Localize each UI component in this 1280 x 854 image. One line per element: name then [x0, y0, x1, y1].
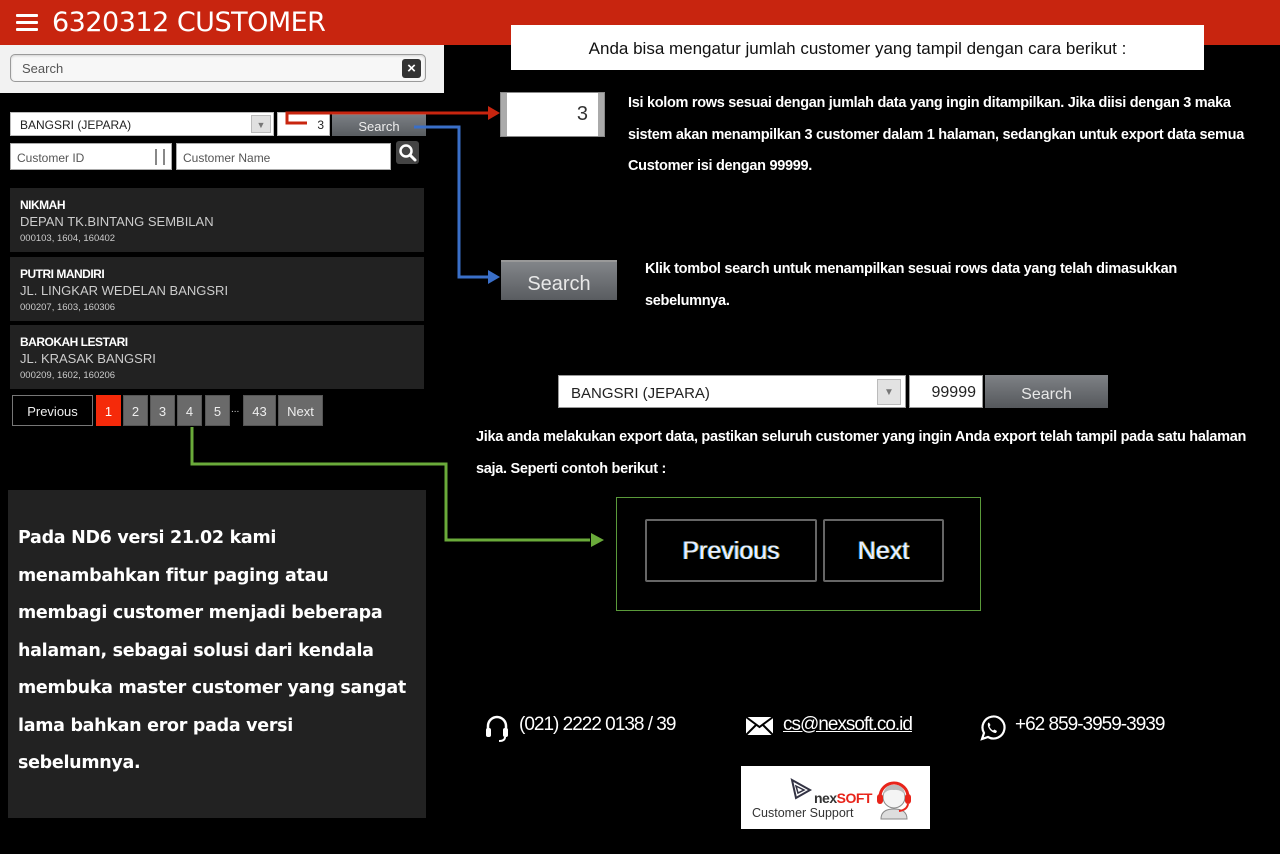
- search-input[interactable]: Search ×: [10, 54, 426, 82]
- close-icon[interactable]: ×: [402, 59, 421, 78]
- customer-name-placeholder: Customer Name: [183, 151, 271, 165]
- logo-brand: nexSOFT: [814, 790, 872, 806]
- chevron-down-icon: ▼: [877, 379, 901, 405]
- customer-address: DEPAN TK.BINTANG SEMBILAN: [20, 214, 214, 229]
- headset-icon: [483, 714, 511, 748]
- search-placeholder: Search: [22, 61, 64, 76]
- customer-name-input[interactable]: Customer Name: [176, 143, 391, 170]
- contact-whatsapp-text: +62 859-3959-3939: [1015, 714, 1165, 735]
- customer-id-input[interactable]: Customer ID: [10, 143, 172, 170]
- export-rows-input: 99999: [909, 375, 983, 408]
- logo-subtitle: Customer Support: [752, 806, 854, 820]
- export-branch-value: BANGSRI (JEPARA): [571, 385, 710, 402]
- contact-phone-text: (021) 2222 0138 / 39: [519, 714, 676, 735]
- info-text: Pada ND6 versi 21.02 kami menambahkan fi…: [18, 528, 406, 773]
- search-button[interactable]: Search: [332, 114, 426, 136]
- pagination-page-2[interactable]: 2: [123, 395, 148, 426]
- customer-list-item[interactable]: NIKMAH DEPAN TK.BINTANG SEMBILAN 000103,…: [10, 188, 424, 252]
- pagination-page-4[interactable]: 4: [177, 395, 202, 426]
- pagination-page-5[interactable]: 5: [205, 395, 230, 426]
- contact-whatsapp: +62 859-3959-3939: [978, 712, 1198, 742]
- customer-address: JL. LINGKAR WEDELAN BANGSRI: [20, 283, 229, 298]
- rows-example-input: 3: [501, 93, 604, 136]
- contact-email: cs@nexsoft.co.id: [745, 712, 935, 742]
- export-rows-value: 99999: [931, 384, 977, 401]
- customer-name: NIKMAH: [20, 198, 66, 212]
- pagination-ellipsis: ...: [231, 404, 240, 415]
- export-description: Jika anda melakukan export data, pastika…: [476, 429, 1247, 477]
- search-panel: Search ×: [0, 45, 444, 93]
- rows-input[interactable]: 3: [277, 112, 330, 136]
- nexsoft-logo-mark-icon: [790, 778, 814, 805]
- search-icon[interactable]: [396, 141, 419, 164]
- branch-select-value: BANGSRI (JEPARA): [20, 118, 132, 132]
- customer-list-item[interactable]: BAROKAH LESTARI JL. KRASAK BANGSRI 00020…: [10, 325, 424, 389]
- pagination-page-last[interactable]: 43: [243, 395, 276, 426]
- rows-input-value: 3: [317, 118, 324, 132]
- nexsoft-logo: nexSOFT Customer Support: [741, 766, 930, 829]
- customer-address: JL. KRASAK BANGSRI: [20, 351, 156, 366]
- barcode-icon[interactable]: [155, 149, 165, 165]
- info-panel: Pada ND6 versi 21.02 kami menambahkan fi…: [8, 490, 426, 818]
- contact-phone: (021) 2222 0138 / 39: [483, 712, 713, 742]
- customer-codes: 000103, 1604, 160402: [20, 233, 116, 244]
- customer-name: BAROKAH LESTARI: [20, 335, 128, 349]
- pagination-page-1[interactable]: 1: [96, 395, 121, 426]
- search-connector-arrow: [414, 125, 500, 284]
- whatsapp-icon: [978, 714, 1006, 748]
- logo-brand-prefix: nex: [814, 790, 837, 806]
- customer-list-item[interactable]: PUTRI MANDIRI JL. LINGKAR WEDELAN BANGSR…: [10, 257, 424, 321]
- pager-example-next: Next: [823, 519, 944, 582]
- customer-codes: 000207, 1603, 160306: [20, 302, 116, 313]
- app-title: 6320312 CUSTOMER: [52, 7, 326, 38]
- contact-email-link[interactable]: cs@nexsoft.co.id: [783, 714, 913, 736]
- support-agent-icon: [871, 779, 917, 826]
- pagination-previous-button[interactable]: Previous: [12, 395, 93, 426]
- customer-id-placeholder: Customer ID: [17, 151, 85, 165]
- branch-select[interactable]: BANGSRI (JEPARA) ▼: [10, 112, 274, 136]
- customer-codes: 000209, 1602, 160206: [20, 370, 116, 381]
- pager-example: Previous Next: [616, 497, 981, 611]
- search-description: Klik tombol search untuk menampilkan ses…: [645, 261, 1177, 309]
- tutorial-banner-text: Anda bisa mengatur jumlah customer yang …: [588, 39, 1127, 58]
- envelope-icon: [745, 714, 775, 744]
- search-example-button: Search: [501, 260, 617, 300]
- hamburger-menu-icon[interactable]: [16, 14, 38, 31]
- export-branch-select: BANGSRI (JEPARA) ▼: [558, 375, 906, 408]
- export-search-button: Search: [985, 375, 1108, 408]
- logo-brand-suffix: SOFT: [836, 790, 873, 806]
- chevron-down-icon[interactable]: ▼: [251, 115, 271, 133]
- rows-description: Isi kolom rows sesuai dengan jumlah data…: [628, 95, 1244, 174]
- pagination-page-3[interactable]: 3: [150, 395, 175, 426]
- tutorial-banner: Anda bisa mengatur jumlah customer yang …: [511, 25, 1204, 70]
- pagination-next-button[interactable]: Next: [278, 395, 323, 426]
- pager-example-previous: Previous: [645, 519, 817, 582]
- rows-example-value: 3: [576, 103, 588, 125]
- customer-name: PUTRI MANDIRI: [20, 267, 105, 281]
